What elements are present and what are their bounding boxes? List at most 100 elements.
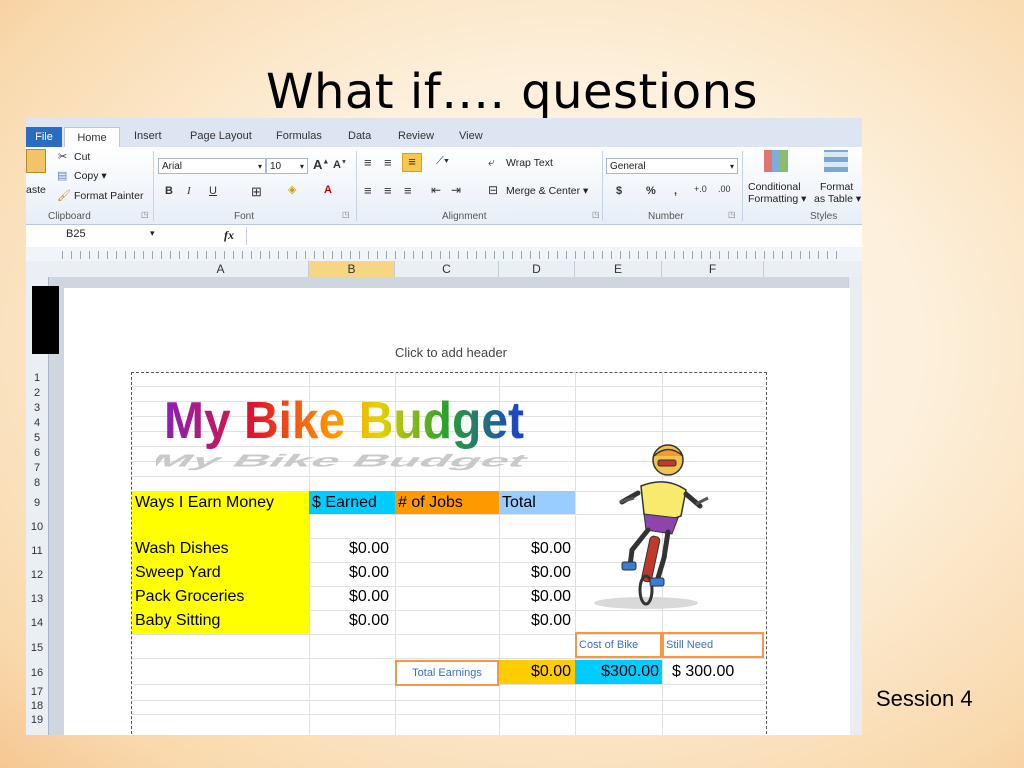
bold-button[interactable]: B — [165, 185, 173, 197]
increase-decimal-icon[interactable]: +.0 — [694, 184, 707, 194]
conditional-formatting-label[interactable]: Conditional — [748, 181, 801, 193]
row-header[interactable]: 18 — [26, 700, 48, 712]
tab-file[interactable]: File — [26, 127, 62, 147]
job-name[interactable]: Pack Groceries — [135, 588, 244, 606]
name-box[interactable]: B25 — [66, 228, 86, 240]
header-ways[interactable]: Ways I Earn Money — [132, 491, 309, 514]
row-header[interactable]: 10 — [26, 521, 48, 533]
percent-button[interactable]: % — [646, 185, 656, 197]
cost-of-bike-label[interactable]: Cost of Bike — [575, 632, 662, 658]
decrease-indent-icon[interactable]: ⇤ — [431, 183, 441, 197]
number-dialog-launcher-icon[interactable]: ◳ — [728, 210, 736, 219]
tab-view[interactable]: View — [459, 130, 483, 142]
row-header[interactable]: 1 — [26, 372, 48, 384]
row-header[interactable]: 15 — [26, 642, 48, 654]
number-format-select[interactable]: General ▾ — [606, 158, 738, 174]
column-header-b[interactable]: B — [309, 261, 395, 277]
copy-button[interactable]: Copy ▾ — [74, 170, 107, 182]
job-name[interactable]: Baby Sitting — [135, 612, 220, 630]
format-as-table-label[interactable]: Format — [820, 181, 853, 193]
job-total[interactable]: $0.00 — [499, 612, 571, 630]
row-header[interactable]: 16 — [26, 667, 48, 679]
column-header-f[interactable]: F — [662, 261, 764, 277]
wrap-text-button[interactable]: Wrap Text — [506, 157, 553, 169]
row-header[interactable]: 6 — [26, 447, 48, 459]
job-earned[interactable]: $0.00 — [309, 540, 389, 558]
total-earnings-label[interactable]: Total Earnings — [395, 660, 499, 686]
format-as-table-sub[interactable]: as Table ▾ — [814, 193, 861, 205]
column-header-a[interactable]: A — [133, 261, 309, 277]
tab-home[interactable]: Home — [64, 127, 120, 149]
clipboard-dialog-launcher-icon[interactable]: ◳ — [141, 210, 149, 219]
corner[interactable] — [48, 261, 133, 277]
cost-of-bike-value[interactable]: $300.00 — [575, 660, 662, 684]
italic-button[interactable]: I — [187, 185, 191, 197]
row-header[interactable]: 5 — [26, 432, 48, 444]
tab-insert[interactable]: Insert — [134, 130, 162, 142]
comma-button[interactable]: , — [674, 185, 677, 197]
column-header-e[interactable]: E — [575, 261, 662, 277]
cut-button[interactable]: Cut — [74, 151, 90, 163]
font-name-select[interactable]: Arial ▾ — [158, 158, 266, 174]
align-right-icon[interactable]: ≡ — [404, 183, 412, 198]
tab-formulas[interactable]: Formulas — [276, 130, 322, 142]
header-earned[interactable]: $ Earned — [309, 491, 395, 514]
column-header-d[interactable]: D — [499, 261, 575, 277]
row-header[interactable]: 13 — [26, 593, 48, 605]
paste-button[interactable]: aste — [26, 184, 46, 196]
row-header[interactable]: 12 — [26, 569, 48, 581]
row-header[interactable]: 14 — [26, 617, 48, 629]
formula-input[interactable] — [246, 227, 862, 245]
shrink-font-icon[interactable]: A▼ — [333, 159, 347, 171]
increase-indent-icon[interactable]: ⇥ — [451, 183, 461, 197]
row-header[interactable]: 4 — [26, 417, 48, 429]
row-header[interactable]: 19 — [26, 714, 48, 726]
align-top-icon[interactable]: ≡ — [364, 155, 372, 170]
row-header[interactable]: 2 — [26, 387, 48, 399]
header-jobs[interactable]: # of Jobs — [395, 491, 499, 514]
orientation-icon[interactable]: ⟋▾ — [436, 155, 449, 168]
still-need-label[interactable]: Still Need — [662, 632, 764, 658]
row-header[interactable]: 3 — [26, 402, 48, 414]
decrease-decimal-icon[interactable]: .00 — [718, 184, 731, 194]
format-painter-button[interactable]: Format Painter — [74, 190, 143, 202]
alignment-dialog-launcher-icon[interactable]: ◳ — [592, 210, 600, 219]
vertical-scrollbar[interactable] — [848, 277, 862, 735]
row-header[interactable]: 11 — [26, 545, 48, 557]
borders-icon[interactable]: ⊞ — [251, 184, 262, 200]
align-center-icon[interactable]: ≡ — [384, 183, 392, 198]
tab-page-layout[interactable]: Page Layout — [190, 130, 252, 142]
job-total[interactable]: $0.00 — [499, 540, 571, 558]
font-size-select[interactable]: 10 ▾ — [266, 158, 308, 174]
chevron-down-icon[interactable]: ▾ — [150, 228, 155, 239]
still-need-value[interactable]: $ 300.00 — [662, 660, 764, 684]
job-total[interactable]: $0.00 — [499, 564, 571, 582]
font-dialog-launcher-icon[interactable]: ◳ — [342, 210, 350, 219]
job-earned[interactable]: $0.00 — [309, 588, 389, 606]
font-color-icon[interactable]: A — [324, 184, 332, 196]
tab-review[interactable]: Review — [398, 130, 434, 142]
job-name[interactable]: Wash Dishes — [135, 540, 229, 558]
job-earned[interactable]: $0.00 — [309, 612, 389, 630]
currency-button[interactable]: $ — [616, 185, 622, 197]
merge-center-button[interactable]: Merge & Center ▾ — [506, 185, 588, 197]
row-header[interactable]: 17 — [26, 686, 48, 698]
function-button[interactable]: fx — [224, 228, 234, 243]
fill-color-icon[interactable]: ◈ — [288, 183, 296, 196]
conditional-formatting-sub[interactable]: Formatting ▾ — [748, 193, 806, 205]
job-earned[interactable]: $0.00 — [309, 564, 389, 582]
total-earnings-value[interactable]: $0.00 — [499, 660, 575, 684]
tab-data[interactable]: Data — [348, 130, 371, 142]
underline-button[interactable]: U — [209, 185, 217, 197]
header-total[interactable]: Total — [499, 491, 575, 514]
align-middle-icon[interactable]: ≡ — [384, 155, 392, 170]
align-bottom-icon[interactable]: ≡ — [402, 153, 422, 172]
align-left-icon[interactable]: ≡ — [364, 183, 372, 198]
page-header-placeholder[interactable]: Click to add header — [395, 345, 507, 360]
row-header[interactable]: 7 — [26, 462, 48, 474]
row-header[interactable]: 8 — [26, 477, 48, 489]
job-total[interactable]: $0.00 — [499, 588, 571, 606]
paste-icon[interactable] — [26, 149, 46, 173]
row-header[interactable]: 9 — [26, 497, 48, 509]
column-header-c[interactable]: C — [395, 261, 499, 277]
